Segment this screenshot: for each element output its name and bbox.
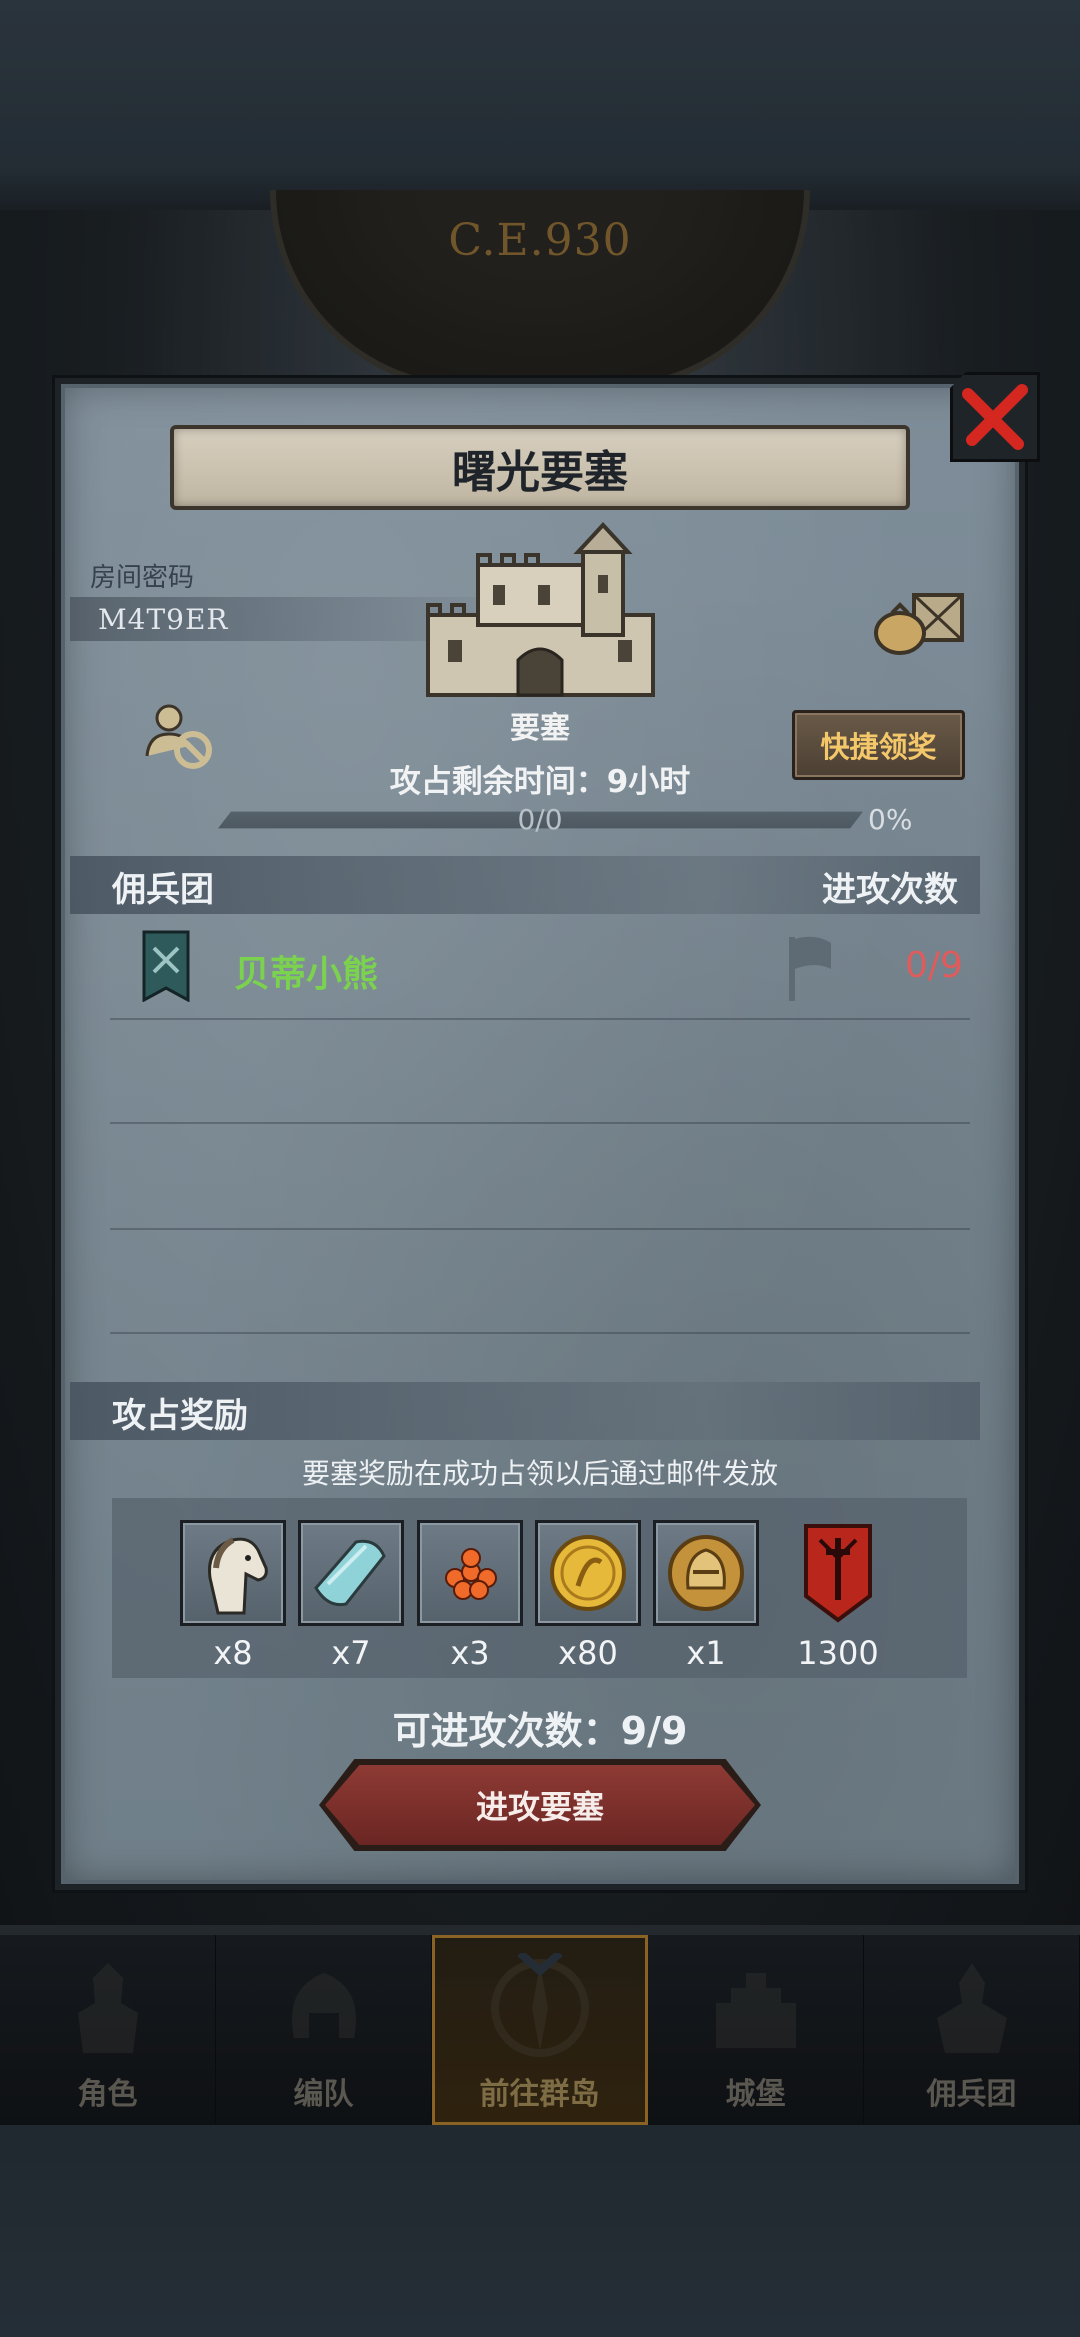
title-banner: 曙光要塞 (170, 425, 910, 510)
reward-count: x3 (450, 1634, 490, 1672)
roe-icon (417, 1520, 523, 1626)
time-prefix: 攻占剩余时间： (389, 764, 607, 800)
row-divider (110, 1228, 970, 1230)
reward-item[interactable]: x1 (653, 1520, 759, 1672)
row-divider (110, 1018, 970, 1020)
attack-button-label: 进攻要塞 (475, 1788, 604, 1826)
attacks-available-label: 可进攻次数： (392, 1709, 621, 1753)
row-divider (110, 1122, 970, 1124)
attack-count-header: 进攻次数 (822, 870, 958, 910)
reward-count: x8 (213, 1634, 253, 1672)
helmet-coin-icon (653, 1520, 759, 1626)
gold-coin-icon (535, 1520, 641, 1626)
row-divider (110, 1332, 970, 1334)
reward-item[interactable]: x3 (417, 1520, 523, 1672)
time-unit: 小时 (628, 764, 691, 800)
reward-count: x1 (686, 1634, 726, 1672)
room-code: M4T9ER (98, 603, 229, 636)
close-button[interactable] (950, 372, 1040, 462)
progress-percent: 0% (868, 803, 913, 836)
mercenary-banner-icon (142, 930, 190, 1003)
reward-count: x80 (558, 1634, 618, 1672)
reward-item[interactable]: 1300 (785, 1520, 891, 1672)
close-icon (962, 384, 1028, 450)
time-value: 9 (606, 764, 629, 800)
horse-icon (180, 1520, 286, 1626)
capture-time-remaining: 攻占剩余时间：9小时 (0, 756, 1080, 801)
reward-count: x7 (331, 1634, 371, 1672)
mercenary-attack-count: 0/9 (905, 945, 963, 986)
reward-header: 攻占奖励 (112, 1396, 248, 1436)
dialog-title: 曙光要塞 (452, 446, 628, 498)
banner-sword-icon (785, 1520, 891, 1626)
flag-icon (785, 933, 835, 1003)
cloth-icon (298, 1520, 404, 1626)
room-password-label: 房间密码 (90, 563, 195, 593)
mercenary-header: 佣兵团 (112, 870, 214, 910)
mercenary-name[interactable]: 贝蒂小熊 (234, 945, 378, 997)
progress-text: 0/0 (517, 803, 563, 836)
reward-count: 1300 (797, 1634, 879, 1672)
reward-item[interactable]: x8 (180, 1520, 286, 1672)
reward-note: 要塞奖励在成功占领以后通过邮件发放 (301, 1457, 778, 1490)
attack-fortress-button[interactable]: 进攻要塞 (325, 1765, 755, 1845)
attacks-available-value: 9/9 (620, 1709, 688, 1753)
attacks-available: 可进攻次数：9/9 (0, 1700, 1080, 1755)
loot-sack-crate-icon[interactable] (872, 585, 967, 655)
fortress-image (418, 520, 663, 700)
reward-item[interactable]: x7 (298, 1520, 404, 1672)
reward-item[interactable]: x80 (535, 1520, 641, 1672)
